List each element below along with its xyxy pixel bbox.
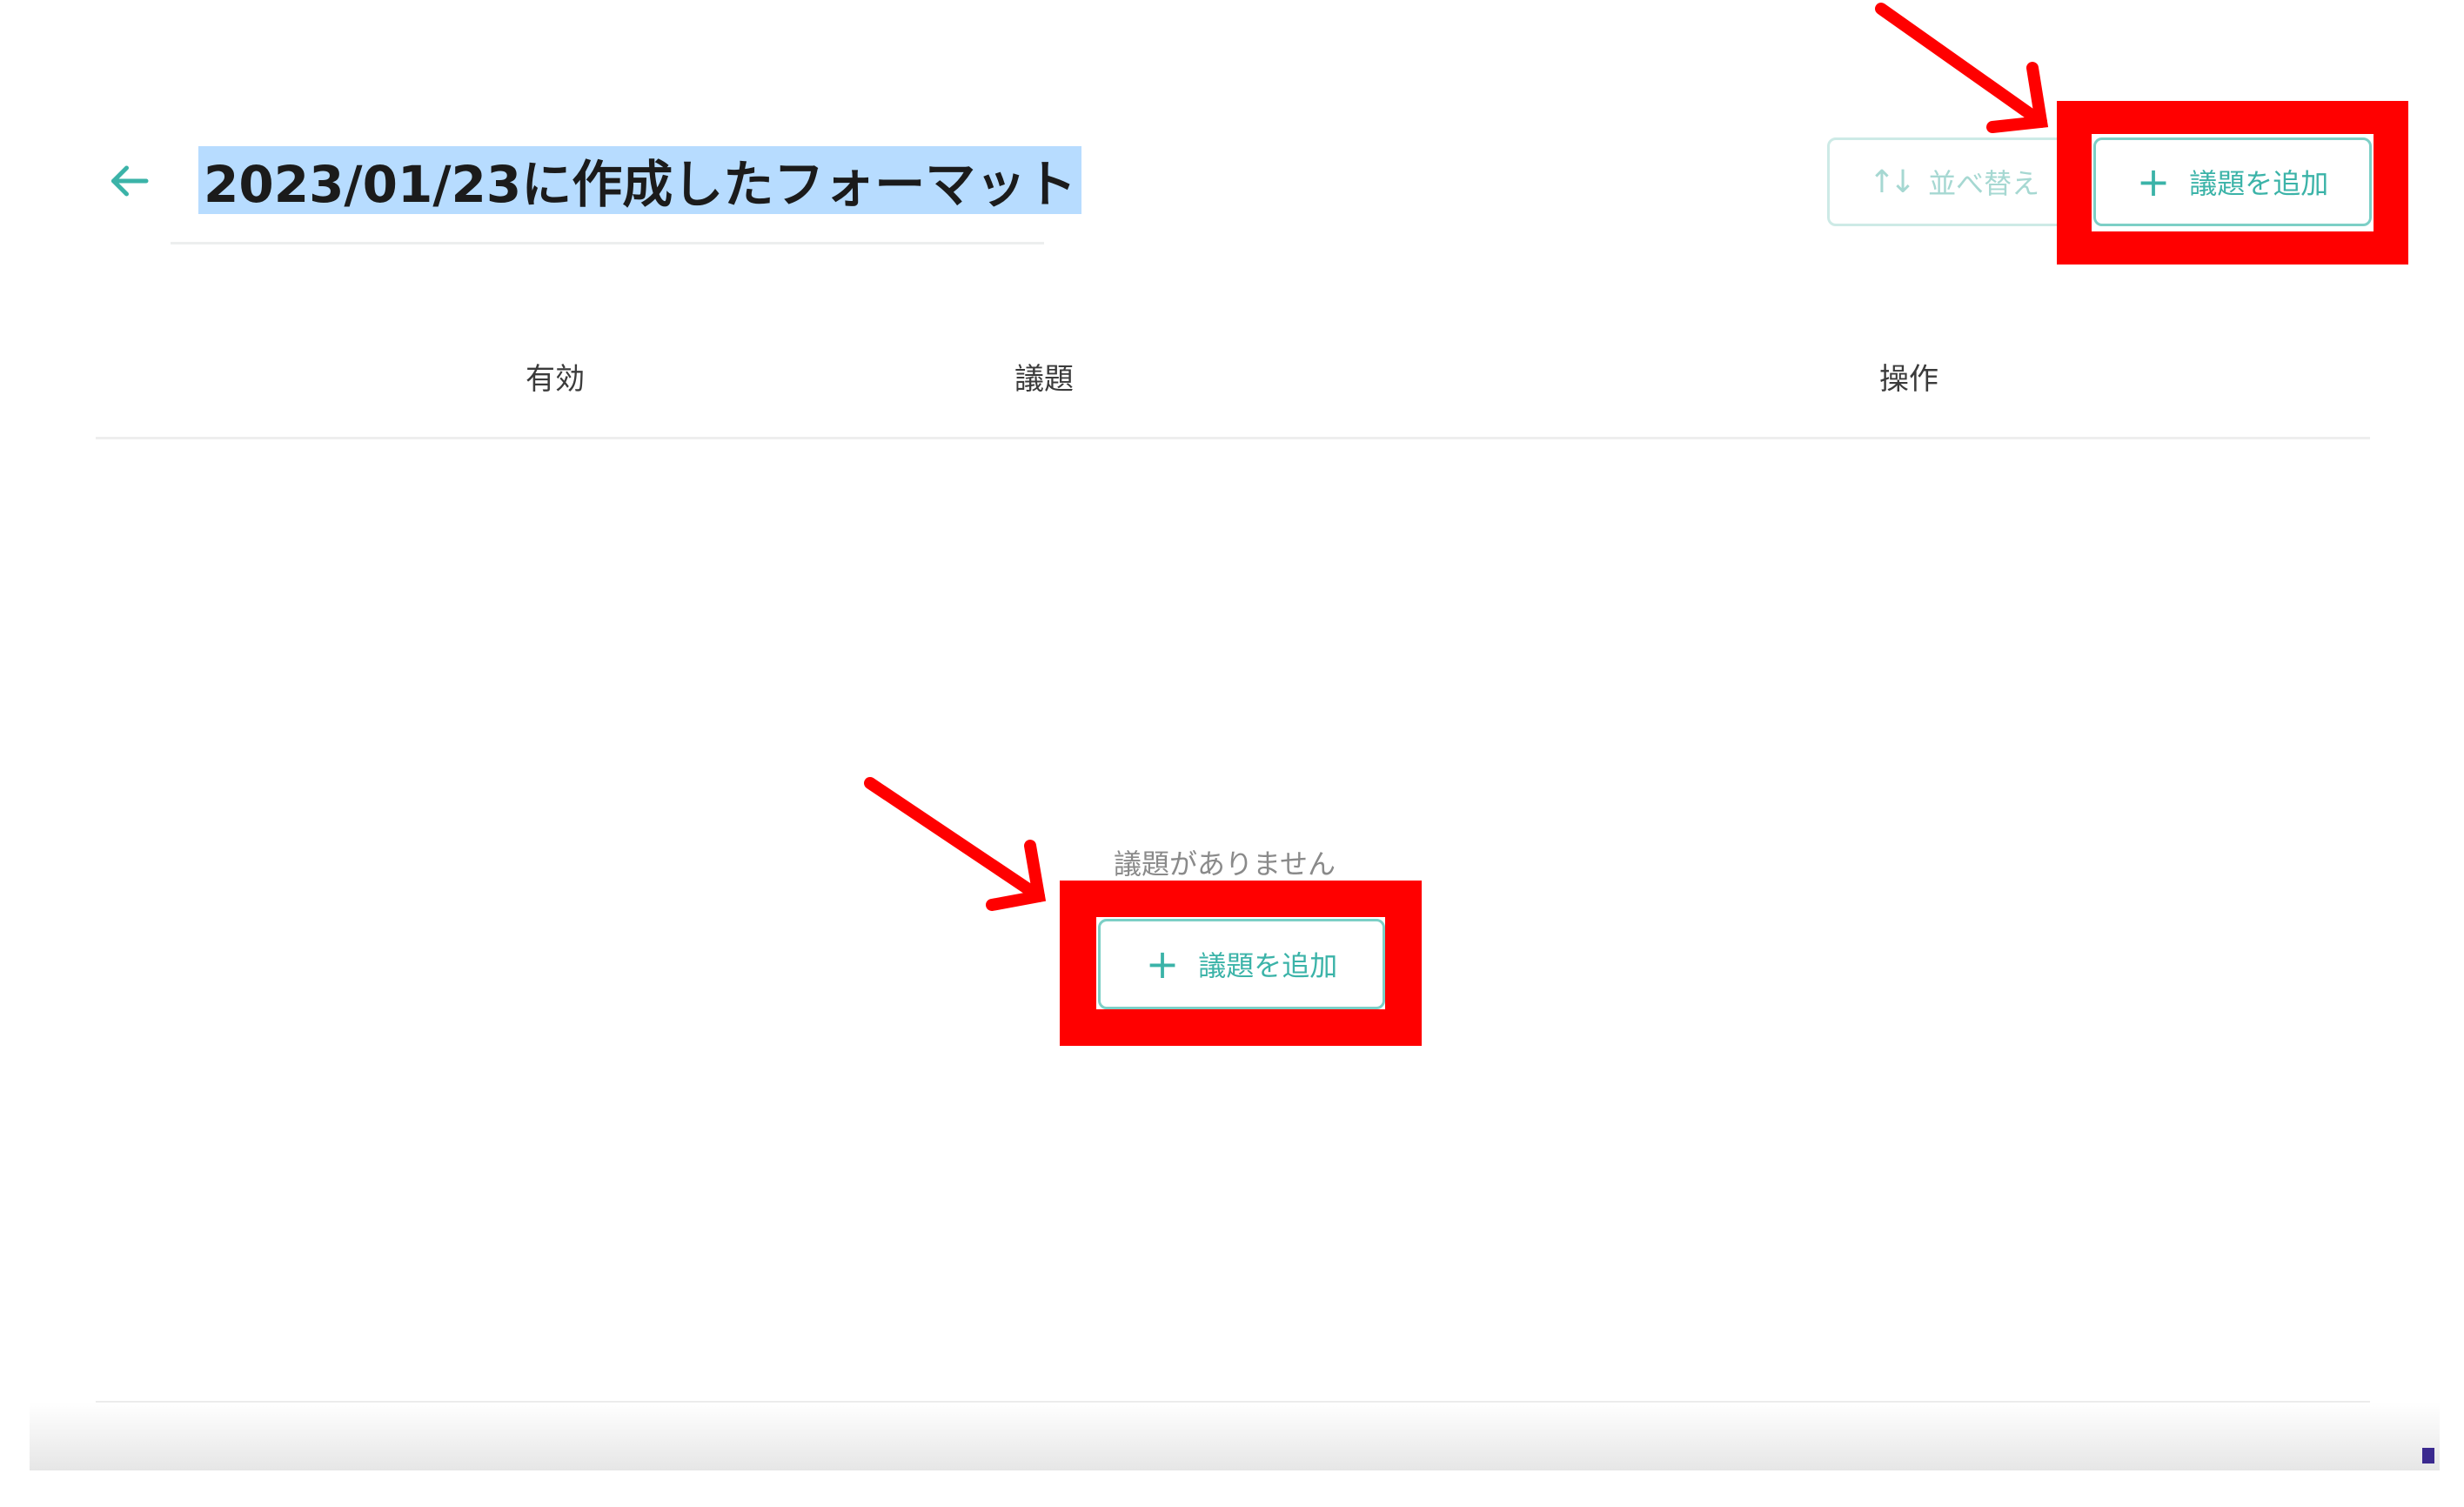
page-title-container[interactable]: 2023/01/23に作成したフォーマット bbox=[198, 144, 1082, 217]
add-agenda-button-center[interactable]: + 議題を追加 bbox=[1098, 919, 1385, 1009]
table-header-divider bbox=[96, 437, 2370, 439]
add-agenda-label: 議題を追加 bbox=[1198, 949, 1338, 982]
column-header-actions: 操作 bbox=[1879, 362, 1938, 397]
title-underline bbox=[171, 242, 1044, 244]
add-agenda-label: 議題を追加 bbox=[2189, 167, 2329, 200]
annotation-arrow-center-icon bbox=[864, 777, 1047, 911]
back-arrow-icon[interactable] bbox=[103, 155, 155, 207]
plus-icon: + bbox=[2136, 158, 2171, 205]
column-header-enabled: 有効 bbox=[526, 362, 585, 397]
empty-state-message: 議題がありません bbox=[1114, 847, 1336, 881]
page-title[interactable]: 2023/01/23に作成したフォーマット bbox=[204, 144, 1076, 217]
plus-icon: + bbox=[1145, 941, 1180, 988]
sort-button[interactable]: ↑↓ 並べ替え bbox=[1827, 137, 2081, 226]
sort-arrows-icon: ↑↓ bbox=[1868, 164, 1916, 200]
annotation-arrows bbox=[864, 3, 2049, 911]
add-agenda-button-top[interactable]: + 議題を追加 bbox=[2093, 137, 2372, 226]
annotation-arrow-top-icon bbox=[1875, 3, 2049, 133]
sort-button-label: 並べ替え bbox=[1928, 167, 2040, 200]
bottom-shadow bbox=[30, 1403, 2440, 1470]
corner-mark bbox=[2422, 1448, 2434, 1463]
column-header-agenda: 議題 bbox=[1014, 362, 1074, 397]
page: 2023/01/23に作成したフォーマット ↑↓ 並べ替え + 議題を追加 有効… bbox=[0, 0, 2464, 1507]
